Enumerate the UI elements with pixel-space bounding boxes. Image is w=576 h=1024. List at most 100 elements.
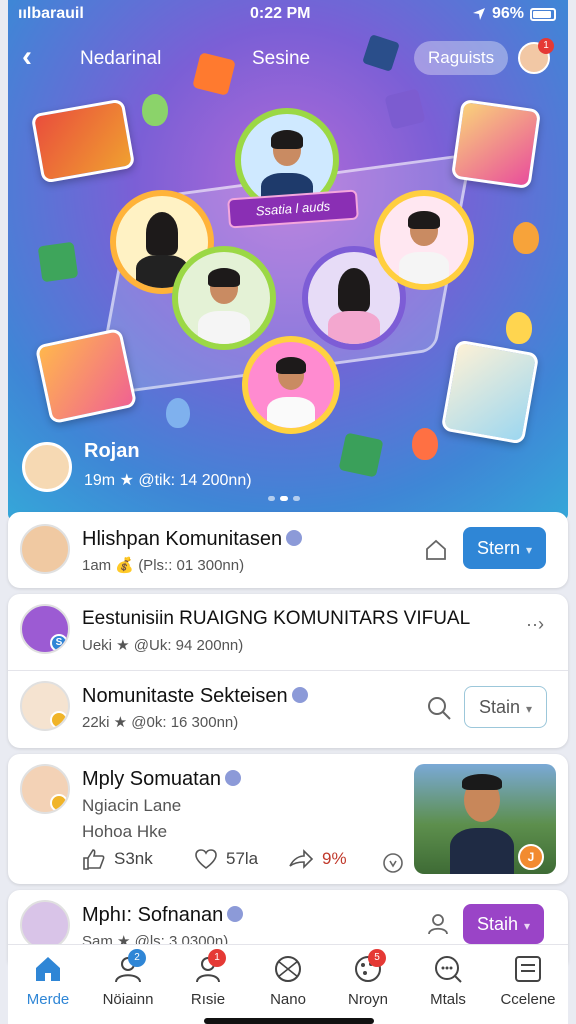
group-photo-tile [30, 98, 136, 184]
carousel-dot[interactable] [280, 496, 288, 501]
member-avatar-mid[interactable] [172, 246, 276, 350]
requests-button[interactable]: Raguists [414, 41, 509, 75]
photo-person [450, 774, 514, 874]
owner-meta: 19m ★ @tik: 14 200nn) [84, 472, 252, 489]
share-button[interactable]: 9% [288, 848, 347, 870]
verified-icon [227, 906, 244, 922]
join-button[interactable]: Staih ▾ [463, 904, 545, 944]
purple-cube-icon [384, 88, 426, 130]
phone-photo-tile [440, 339, 540, 445]
community-row[interactable]: Nomunitaste Sekteisen 22ki ★ @0k: 16 300… [8, 671, 568, 747]
profile-avatar[interactable]: 1 [518, 38, 554, 74]
search-icon[interactable] [426, 695, 452, 721]
verified-icon [224, 770, 241, 786]
tab-badge: 1 [208, 949, 226, 967]
community-meta: Ueki ★ @Uk: 94 200nn) [82, 637, 244, 654]
post-card[interactable]: Mply Somuatan Ngiacin Lane Hohoa Hke S3n… [8, 754, 568, 884]
community-avatar [20, 681, 70, 731]
nav-title-left[interactable]: Nedarinal [80, 48, 161, 70]
verified-icon [291, 687, 308, 703]
star-badge-icon [50, 794, 68, 812]
member-avatar-right[interactable] [374, 190, 474, 290]
tab-people[interactable]: 2 Nöiainn [88, 949, 168, 1017]
market-photo-tile [450, 98, 542, 190]
member-avatar-bottom[interactable] [242, 336, 340, 434]
tab-profile[interactable]: 1 Rısie [168, 949, 248, 1017]
verified-icon [286, 530, 303, 546]
chat-search-icon [435, 956, 462, 983]
community-meta: 22ki ★ @0k: 16 300nn) [82, 714, 239, 731]
home-outline-icon[interactable] [424, 538, 448, 562]
thumbs-up-icon [83, 849, 105, 870]
orange-cube-icon [192, 52, 236, 96]
balloon-red-icon [412, 428, 438, 460]
author-avatar[interactable] [20, 764, 70, 814]
carousel-dot[interactable] [268, 496, 275, 501]
home-indicator[interactable] [204, 1018, 374, 1024]
chevron-down-icon: ▾ [526, 702, 533, 716]
tab-list[interactable]: Ccelene [488, 953, 568, 1017]
status-right: 96% [472, 5, 556, 23]
community-row[interactable]: S Eestunisiin RUAIGNG KOMUNITARS VIFUAL … [8, 594, 568, 670]
photo-badge-icon: J [518, 844, 544, 870]
join-button[interactable]: Stain ▾ [464, 686, 548, 728]
more-arrow-icon[interactable]: ··› [526, 614, 544, 635]
post-author[interactable]: Mply Somuatan [82, 768, 241, 791]
balloon-green-icon [142, 94, 168, 126]
top-nav: ‹ Nedarinal Sesine Raguists 1 [8, 34, 568, 80]
owner-name[interactable]: Rojan [84, 440, 140, 463]
community-avatar: S [20, 604, 70, 654]
home-icon [36, 957, 60, 981]
balloon-orange-icon [513, 222, 539, 254]
carrier-label: ıılbarauil [18, 5, 84, 22]
status-bar: ıılbarauil 0:22 PM 96% [8, 0, 568, 30]
love-button[interactable]: 57la [194, 848, 258, 870]
timer-icon[interactable] [382, 852, 404, 874]
community-title[interactable]: Eestunisiin RUAIGNG KOMUNITARS VIFUAL [82, 608, 470, 630]
battery-percent: 96% [491, 5, 524, 22]
heart-icon [195, 849, 217, 870]
like-button[interactable]: S3nk [82, 848, 153, 870]
community-avatar [20, 900, 70, 950]
green-cube-icon [338, 432, 384, 478]
post-line-2: Hohoa Hke [82, 822, 168, 841]
back-button[interactable]: ‹ [22, 40, 32, 74]
community-list-card: S Eestunisiin RUAIGNG KOMUNITARS VIFUAL … [8, 594, 568, 748]
community-title[interactable]: Hlishpan Komunitasen [82, 528, 303, 551]
list-icon [515, 956, 541, 982]
post-photo[interactable]: J [414, 764, 556, 874]
verified-badge-icon: S [50, 634, 68, 652]
balloon-yellow-icon [506, 312, 532, 344]
person-outline-icon[interactable] [426, 912, 450, 936]
carousel-dot[interactable] [293, 496, 300, 501]
tab-ball[interactable]: Nano [248, 953, 328, 1017]
notification-badge: 1 [538, 38, 554, 54]
tab-chat[interactable]: Mtals [408, 953, 488, 1017]
family-photo-tile [34, 327, 138, 425]
star-badge-icon [50, 711, 68, 729]
location-icon [472, 8, 485, 20]
share-arrow-icon [289, 849, 314, 869]
battery-icon [530, 7, 556, 21]
chevron-down-icon: ▾ [526, 543, 533, 557]
hero-banner[interactable]: ıılbarauil 0:22 PM 96% ‹ Nedarinal Sesin… [8, 0, 568, 520]
community-title[interactable]: Mphı: Sofnanan [82, 904, 244, 927]
green-cube-icon [37, 241, 79, 283]
community-title[interactable]: Nomunitaste Sekteisen [82, 685, 308, 708]
carousel-dots[interactable] [268, 496, 300, 501]
community-meta: 1am 💰 (Pls:: 01 300nn) [82, 557, 245, 574]
nav-title-center[interactable]: Sesine [252, 48, 310, 70]
post-line-1: Ngiacin Lane [82, 796, 182, 815]
community-avatar [20, 524, 70, 574]
tab-home[interactable]: Merde [8, 953, 88, 1017]
owner-avatar[interactable] [22, 442, 72, 492]
ball-icon [275, 956, 301, 982]
tab-badge: 5 [368, 949, 386, 967]
community-card[interactable]: Hlishpan Komunitasen 1am 💰 (Pls:: 01 300… [8, 512, 568, 588]
join-button[interactable]: Stern ▾ [463, 527, 547, 569]
chevron-down-icon: ▾ [524, 919, 531, 933]
bottom-tab-bar: Merde 2 Nöiainn 1 Rısie Nano 5 Nroyn Mta… [8, 944, 568, 1024]
tab-badge: 2 [128, 949, 146, 967]
tab-palette[interactable]: 5 Nroyn [328, 949, 408, 1017]
status-time: 0:22 PM [250, 5, 311, 22]
